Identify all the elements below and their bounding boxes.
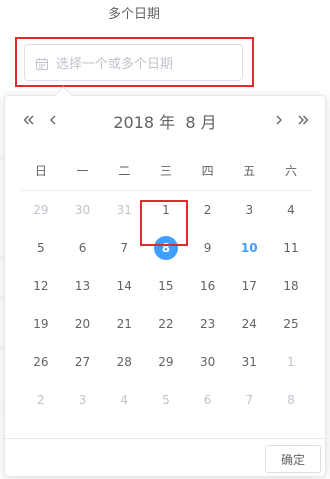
day-cell-today[interactable]: 10 <box>228 229 270 267</box>
day-cell[interactable]: 6 <box>187 381 229 419</box>
picker-header: 2018 年 8 月 <box>5 106 325 136</box>
day-cell[interactable]: 15 <box>145 267 187 305</box>
day-cell[interactable]: 31 <box>103 191 145 229</box>
selected-day-highlight-box <box>140 200 188 246</box>
weekday-label: 四 <box>201 164 214 178</box>
weekday-label: 日 <box>34 164 47 178</box>
confirm-button[interactable]: 确定 <box>265 445 321 473</box>
day-cell[interactable]: 7 <box>103 229 145 267</box>
day-cell[interactable]: 20 <box>62 305 104 343</box>
month-unit: 月 <box>200 113 217 132</box>
day-cell[interactable]: 16 <box>187 267 229 305</box>
day-cell[interactable]: 17 <box>228 267 270 305</box>
popper-arrow <box>54 86 73 105</box>
day-cell[interactable]: 30 <box>62 191 104 229</box>
day-cell[interactable]: 5 <box>145 381 187 419</box>
input-highlight-box <box>15 37 254 87</box>
day-cell[interactable]: 21 <box>103 305 145 343</box>
day-cell[interactable]: 25 <box>270 305 312 343</box>
day-cell[interactable]: 26 <box>20 343 62 381</box>
year-label[interactable]: 2018 <box>113 113 154 132</box>
day-cell[interactable]: 3 <box>62 381 104 419</box>
calendar-grid: 日 一 二 三 四 五 六 29 30 31 1 2 3 4 5 6 7 8 9… <box>20 151 312 419</box>
day-cell[interactable]: 28 <box>103 343 145 381</box>
week-row: 19 20 21 22 23 24 25 <box>20 305 312 343</box>
day-cell[interactable]: 31 <box>228 343 270 381</box>
day-cell[interactable]: 3 <box>228 191 270 229</box>
day-cell[interactable]: 29 <box>20 191 62 229</box>
day-cell[interactable]: 4 <box>103 381 145 419</box>
day-cell[interactable]: 2 <box>20 381 62 419</box>
weekday-label: 六 <box>284 164 297 178</box>
weekday-label: 三 <box>159 164 172 178</box>
day-cell[interactable]: 6 <box>62 229 104 267</box>
month-label[interactable]: 8 <box>185 113 195 132</box>
day-cell[interactable]: 4 <box>270 191 312 229</box>
day-cell[interactable]: 9 <box>187 229 229 267</box>
day-cell[interactable]: 30 <box>187 343 229 381</box>
day-cell[interactable]: 2 <box>187 191 229 229</box>
weekday-label: 二 <box>118 164 131 178</box>
day-cell[interactable]: 7 <box>228 381 270 419</box>
day-cell[interactable]: 22 <box>145 305 187 343</box>
weekday-label: 五 <box>243 164 256 178</box>
date-picker-panel: 2018 年 8 月 日 一 二 三 四 五 六 29 30 31 1 2 3 … <box>4 86 326 477</box>
day-cell[interactable]: 24 <box>228 305 270 343</box>
day-cell[interactable]: 18 <box>270 267 312 305</box>
day-cell[interactable]: 13 <box>62 267 104 305</box>
week-row: 26 27 28 29 30 31 1 <box>20 343 312 381</box>
day-cell[interactable]: 11 <box>270 229 312 267</box>
weekday-label: 一 <box>76 164 89 178</box>
day-cell[interactable]: 8 <box>270 381 312 419</box>
next-month-button[interactable] <box>269 110 289 130</box>
chevron-right-icon <box>276 115 282 125</box>
week-row: 12 13 14 15 16 17 18 <box>20 267 312 305</box>
next-year-button[interactable] <box>293 110 313 130</box>
double-chevron-right-icon <box>298 115 309 125</box>
day-cell[interactable]: 23 <box>187 305 229 343</box>
week-row: 2 3 4 5 6 7 8 <box>20 381 312 419</box>
day-cell[interactable]: 29 <box>145 343 187 381</box>
weekday-header-row: 日 一 二 三 四 五 六 <box>20 151 312 191</box>
day-cell[interactable]: 14 <box>103 267 145 305</box>
field-title: 多个日期 <box>107 7 160 22</box>
picker-footer: 确定 <box>5 438 325 476</box>
day-cell[interactable]: 19 <box>20 305 62 343</box>
day-cell[interactable]: 12 <box>20 267 62 305</box>
year-unit: 年 <box>159 113 176 132</box>
day-cell[interactable]: 27 <box>62 343 104 381</box>
day-cell[interactable]: 5 <box>20 229 62 267</box>
day-cell[interactable]: 1 <box>270 343 312 381</box>
